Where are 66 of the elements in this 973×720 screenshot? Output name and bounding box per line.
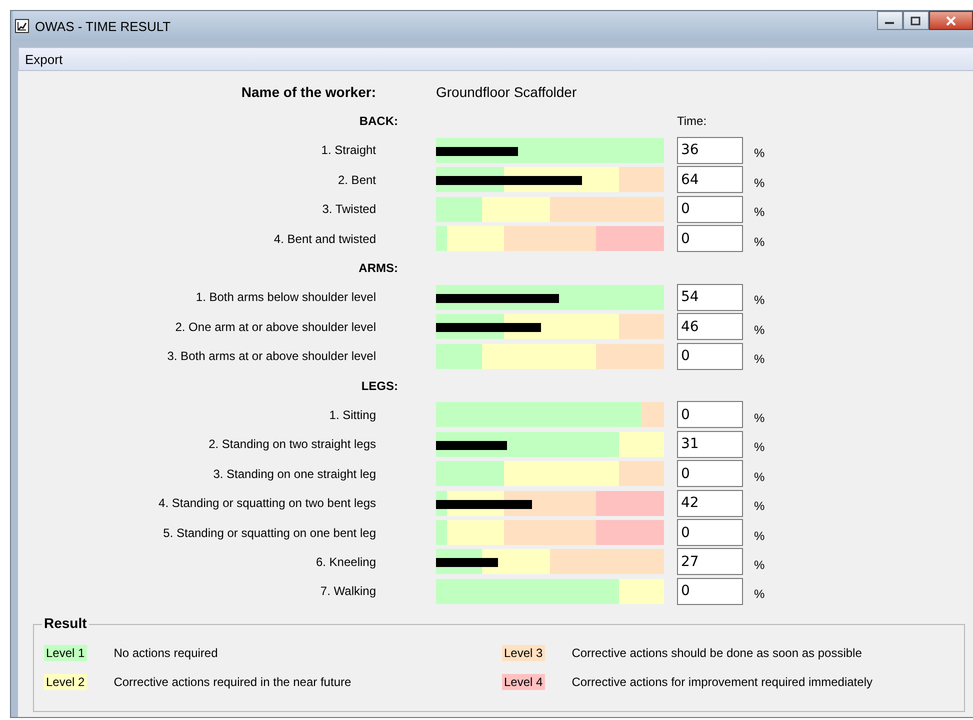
level-badge: Level 1 — [44, 645, 87, 662]
time-input[interactable]: 0 — [677, 196, 743, 223]
time-input[interactable]: 0 — [677, 342, 743, 370]
section-heading: BACK: — [358, 114, 399, 128]
percent-unit: % — [753, 145, 766, 160]
posture-label: 4. Bent and twisted — [272, 232, 377, 246]
maximize-icon — [910, 16, 922, 26]
percent-unit: % — [753, 528, 766, 543]
percent-unit: % — [753, 322, 766, 337]
level-badge: Level 2 — [44, 674, 87, 690]
section-heading: ARMS: — [358, 261, 399, 276]
time-input[interactable]: 42 — [677, 490, 743, 517]
time-input[interactable]: 27 — [677, 548, 743, 576]
percent-unit: % — [753, 468, 766, 484]
posture-label: 3. Twisted — [321, 202, 377, 216]
posture-label: 2. Standing on two straight legs — [208, 437, 377, 452]
posture-label: 3. Both arms at or above shoulder level — [166, 349, 377, 364]
posture-label: 1. Both arms below shoulder level — [194, 290, 377, 304]
section-heading: LEGS: — [360, 378, 399, 393]
percent-unit: % — [753, 556, 766, 572]
worker-label: Name of the worker: — [240, 84, 377, 100]
maximize-button[interactable] — [903, 11, 929, 30]
close-button[interactable] — [929, 11, 973, 30]
level-description: Corrective actions for improvement required immediately — [572, 675, 872, 690]
close-icon — [945, 16, 957, 26]
percent-unit: % — [753, 439, 766, 454]
percent-unit: % — [753, 234, 766, 249]
time-input[interactable]: 0 — [677, 225, 743, 252]
time-input[interactable]: 31 — [677, 430, 743, 458]
minimize-button[interactable] — [877, 11, 903, 30]
time-input[interactable]: 36 — [677, 136, 743, 164]
level-description: Corrective actions required in the near future — [114, 675, 352, 690]
posture-label: 1. Sitting — [328, 408, 377, 422]
percent-unit: % — [753, 498, 766, 514]
posture-label: 2. Bent — [336, 172, 377, 187]
time-input[interactable]: 0 — [677, 519, 743, 546]
worker-name: Groundfloor Scaffolder — [435, 84, 578, 100]
percent-unit: % — [753, 204, 766, 220]
level-description: No actions required — [114, 646, 218, 660]
menu-item[interactable]: Export — [19, 52, 69, 66]
posture-label: 6. Kneeling — [314, 554, 377, 569]
time-input[interactable]: 0 — [677, 401, 743, 428]
level-badge: Level 3 — [502, 645, 545, 662]
time-heading: Time: — [676, 114, 708, 128]
time-bar — [436, 558, 498, 568]
result-title: Result — [42, 615, 89, 632]
time-input[interactable]: 64 — [677, 166, 743, 194]
percent-unit: % — [753, 174, 766, 190]
posture-label: 5. Standing or squatting on one bent leg — [162, 526, 377, 540]
level-badge: Level 4 — [502, 674, 545, 690]
posture-label: 4. Standing or squatting on two bent legs — [158, 496, 377, 510]
posture-label: 7. Walking — [319, 584, 377, 598]
posture-label: 1. Straight — [320, 143, 377, 158]
time-input[interactable]: 54 — [677, 284, 743, 311]
chart-icon — [15, 19, 29, 33]
percent-unit: % — [753, 586, 766, 602]
posture-label: 3. Standing on one straight leg — [212, 466, 377, 481]
percent-unit: % — [753, 292, 766, 308]
time-input[interactable]: 0 — [677, 578, 743, 605]
percent-unit: % — [753, 410, 766, 425]
level-description: Corrective actions should be done as soon as possible — [572, 646, 862, 660]
percent-unit: % — [753, 351, 766, 366]
time-input[interactable]: 46 — [677, 313, 743, 340]
window-title: OWAS - TIME RESULT — [35, 18, 171, 34]
posture-label: 2. One arm at or above shoulder level — [174, 320, 377, 334]
time-input[interactable]: 0 — [677, 460, 743, 488]
